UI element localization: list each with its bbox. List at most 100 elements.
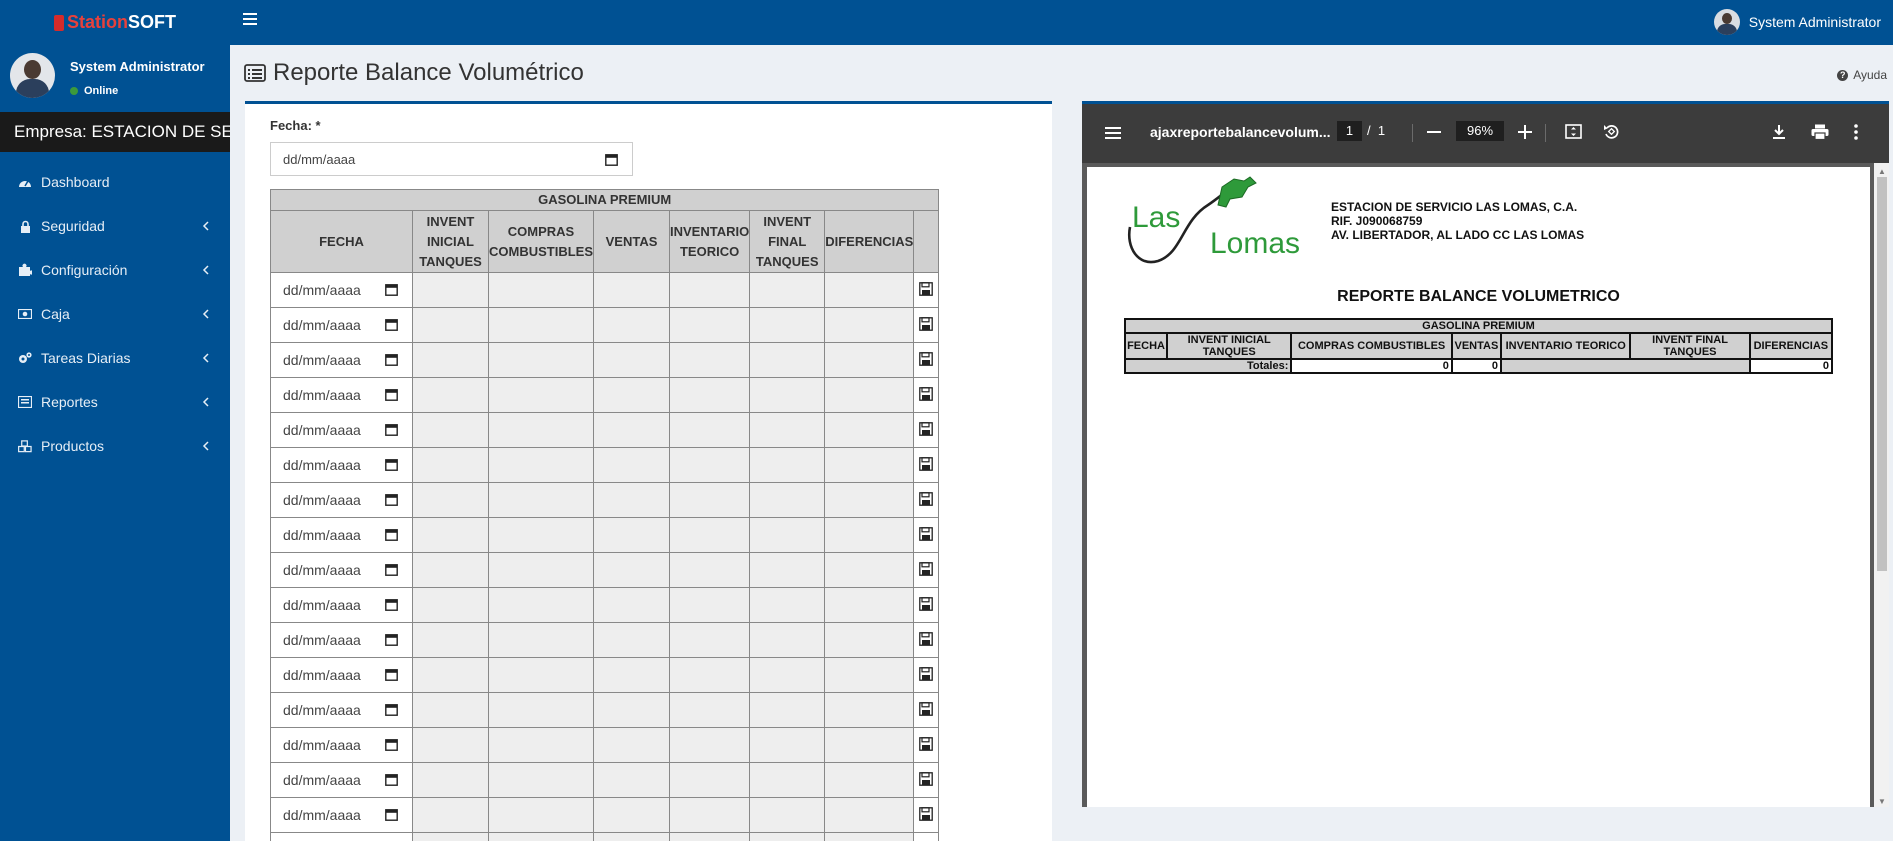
- row-save-button[interactable]: [913, 482, 940, 518]
- calendar-icon[interactable]: [385, 423, 398, 436]
- calendar-icon[interactable]: [385, 493, 398, 506]
- row-save-button[interactable]: [913, 692, 940, 728]
- save-icon[interactable]: [919, 631, 934, 646]
- calendar-icon[interactable]: [385, 388, 398, 401]
- pdf-document-area[interactable]: Las Lomas ESTACION DE SERVICIO LAS LOMAS…: [1082, 163, 1889, 807]
- sidebar-item-reportes[interactable]: Reportes: [0, 380, 230, 424]
- calendar-icon[interactable]: [385, 738, 398, 751]
- sidebar-item-dashboard[interactable]: Dashboard: [0, 160, 230, 204]
- download-icon[interactable]: [1772, 124, 1786, 140]
- save-icon[interactable]: [919, 351, 934, 366]
- row-date-input[interactable]: dd/mm/aaaa: [270, 412, 413, 448]
- row-save-button[interactable]: [913, 272, 940, 308]
- calendar-icon[interactable]: [605, 153, 618, 166]
- row-date-input[interactable]: dd/mm/aaaa: [270, 797, 413, 833]
- row-save-button[interactable]: [913, 412, 940, 448]
- save-icon[interactable]: [919, 491, 934, 506]
- save-icon[interactable]: [919, 526, 934, 541]
- sidebar-item-tareas-diarias[interactable]: Tareas Diarias: [0, 336, 230, 380]
- chevron-left-icon: [202, 309, 209, 319]
- row-save-button[interactable]: [913, 342, 940, 378]
- save-icon[interactable]: [919, 316, 934, 331]
- row-date-input[interactable]: dd/mm/aaaa: [270, 482, 413, 518]
- row-save-button[interactable]: [913, 307, 940, 343]
- row-date-input[interactable]: dd/mm/aaaa: [270, 692, 413, 728]
- scrollbar-thumb[interactable]: [1877, 177, 1887, 571]
- calendar-icon[interactable]: [385, 318, 398, 331]
- save-icon[interactable]: [919, 806, 934, 821]
- page-number-input[interactable]: 1: [1337, 121, 1362, 141]
- row-save-button[interactable]: [913, 762, 940, 798]
- save-icon[interactable]: [919, 596, 934, 611]
- row-date-input[interactable]: dd/mm/aaaa: [270, 517, 413, 553]
- list-alt-icon: [18, 395, 32, 409]
- table-row: dd/mm/aaaa: [270, 587, 940, 623]
- row-date-input[interactable]: dd/mm/aaaa: [270, 727, 413, 763]
- sidebar-item-productos[interactable]: Productos: [0, 424, 230, 468]
- row-date-input[interactable]: dd/mm/aaaa: [270, 657, 413, 693]
- zoom-in-icon[interactable]: [1518, 125, 1532, 139]
- save-icon[interactable]: [919, 281, 934, 296]
- calendar-icon[interactable]: [385, 458, 398, 471]
- row-value-cell: [824, 622, 915, 658]
- app-logo[interactable]: StationSOFT: [0, 0, 230, 45]
- save-icon[interactable]: [919, 456, 934, 471]
- row-date-input[interactable]: dd/mm/aaaa: [270, 272, 413, 308]
- calendar-icon[interactable]: [385, 668, 398, 681]
- save-icon[interactable]: [919, 386, 934, 401]
- save-icon[interactable]: [919, 666, 934, 681]
- row-date-input[interactable]: dd/mm/aaaa: [270, 832, 413, 841]
- scroll-up-icon[interactable]: ▲: [1878, 167, 1886, 176]
- calendar-icon[interactable]: [385, 353, 398, 366]
- menu-icon[interactable]: [1105, 126, 1121, 140]
- zoom-level-input[interactable]: 96%: [1456, 121, 1504, 141]
- fecha-input[interactable]: dd/mm/aaaa: [270, 142, 633, 176]
- save-icon[interactable]: [919, 421, 934, 436]
- help-link[interactable]: ? Ayuda: [1837, 68, 1887, 82]
- calendar-icon[interactable]: [385, 563, 398, 576]
- pdf-scrollbar[interactable]: ▲ ▼: [1874, 163, 1889, 807]
- save-icon[interactable]: [919, 701, 934, 716]
- row-save-button[interactable]: [913, 552, 940, 588]
- print-icon[interactable]: [1811, 124, 1829, 140]
- save-icon[interactable]: [919, 771, 934, 786]
- row-date-input[interactable]: dd/mm/aaaa: [270, 377, 413, 413]
- row-save-button[interactable]: [913, 657, 940, 693]
- row-save-button[interactable]: [913, 832, 940, 841]
- row-date-input[interactable]: dd/mm/aaaa: [270, 307, 413, 343]
- rotate-icon[interactable]: [1603, 123, 1620, 140]
- row-date-input[interactable]: dd/mm/aaaa: [270, 622, 413, 658]
- calendar-icon[interactable]: [385, 598, 398, 611]
- row-save-button[interactable]: [913, 517, 940, 553]
- save-icon[interactable]: [919, 736, 934, 751]
- row-date-input[interactable]: dd/mm/aaaa: [270, 447, 413, 483]
- fit-page-icon[interactable]: [1565, 124, 1582, 139]
- scroll-down-icon[interactable]: ▼: [1878, 797, 1886, 806]
- row-save-button[interactable]: [913, 622, 940, 658]
- row-save-button[interactable]: [913, 587, 940, 623]
- row-value-cell: [824, 797, 915, 833]
- calendar-icon[interactable]: [385, 283, 398, 296]
- sidebar-toggle-icon[interactable]: [243, 13, 257, 25]
- sidebar-item-configuracion[interactable]: Configuración: [0, 248, 230, 292]
- sidebar-item-caja[interactable]: Caja: [0, 292, 230, 336]
- calendar-icon[interactable]: [385, 773, 398, 786]
- row-date-input[interactable]: dd/mm/aaaa: [270, 587, 413, 623]
- zoom-out-icon[interactable]: [1427, 131, 1441, 133]
- row-date-input[interactable]: dd/mm/aaaa: [270, 762, 413, 798]
- calendar-icon[interactable]: [385, 633, 398, 646]
- row-save-button[interactable]: [913, 727, 940, 763]
- calendar-icon[interactable]: [385, 808, 398, 821]
- row-date-input[interactable]: dd/mm/aaaa: [270, 552, 413, 588]
- save-icon[interactable]: [919, 561, 934, 576]
- user-menu[interactable]: System Administrator: [1713, 8, 1881, 36]
- row-value-cell: [824, 587, 915, 623]
- sidebar-item-seguridad[interactable]: Seguridad: [0, 204, 230, 248]
- more-options-icon[interactable]: [1854, 124, 1858, 140]
- row-save-button[interactable]: [913, 447, 940, 483]
- row-save-button[interactable]: [913, 377, 940, 413]
- calendar-icon[interactable]: [385, 528, 398, 541]
- row-save-button[interactable]: [913, 797, 940, 833]
- calendar-icon[interactable]: [385, 703, 398, 716]
- row-date-input[interactable]: dd/mm/aaaa: [270, 342, 413, 378]
